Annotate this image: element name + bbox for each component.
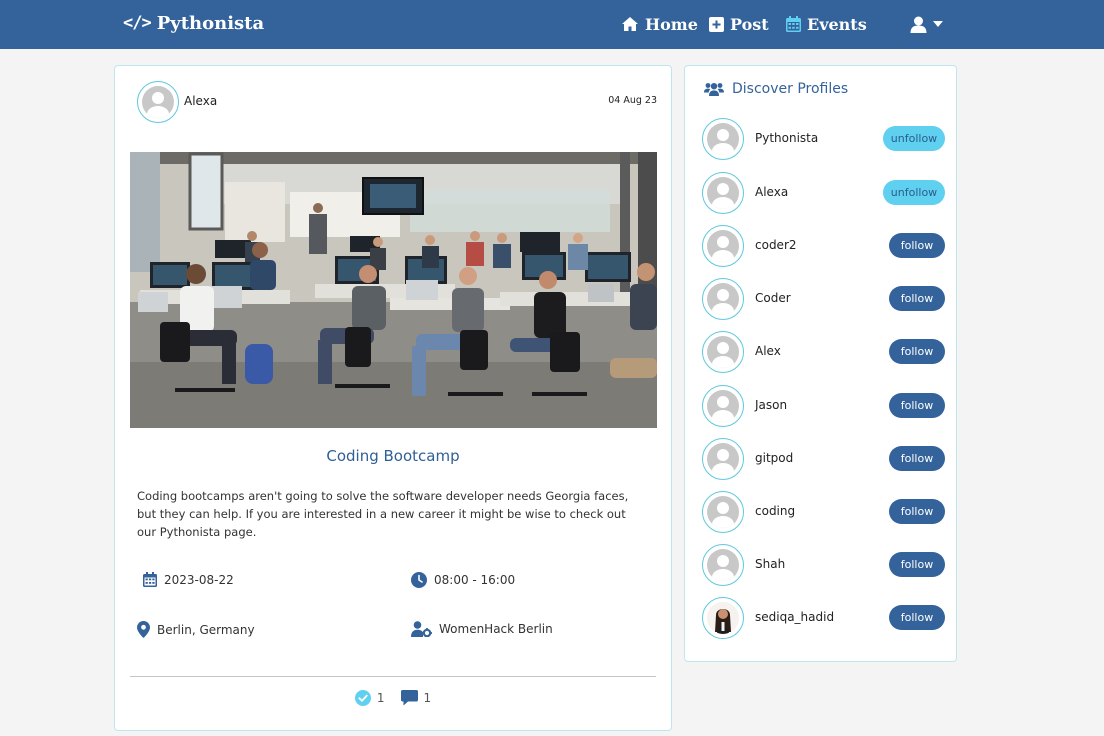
profile-row: Shah follow	[702, 544, 945, 586]
event-date-value: 2023-08-22	[164, 572, 234, 587]
event-date: 2023-08-22	[143, 572, 234, 587]
profile-avatar[interactable]	[702, 331, 744, 373]
post-body: Coding bootcamps aren't going to solve t…	[137, 489, 629, 539]
profile-name[interactable]: Alexa	[755, 185, 788, 199]
likes-count: 1	[376, 691, 385, 705]
profile-avatar[interactable]	[702, 597, 744, 639]
profile-row: sediqa_hadid follow	[702, 597, 945, 639]
author-avatar[interactable]	[137, 81, 179, 123]
profile-avatar[interactable]	[702, 438, 744, 480]
nav-events-link[interactable]: Events	[786, 13, 867, 35]
caret-down-icon	[933, 21, 943, 27]
discover-profiles-title: Discover Profiles	[732, 81, 849, 97]
event-location-value: Berlin, Germany	[157, 622, 255, 637]
profile-avatar[interactable]	[702, 172, 744, 214]
profile-row: coder2 follow	[702, 225, 945, 267]
post-author[interactable]: Alexa	[184, 94, 217, 108]
user-placeholder-icon	[707, 496, 739, 528]
discover-profiles-header: Discover Profiles	[704, 81, 848, 97]
follow-button[interactable]: follow	[889, 339, 945, 364]
divider	[130, 676, 656, 677]
profile-row: Coder follow	[702, 278, 945, 320]
user-placeholder-icon	[707, 443, 739, 475]
nav-home-link[interactable]: Home	[621, 13, 698, 35]
profile-name[interactable]: sediqa_hadid	[755, 610, 834, 624]
follow-button[interactable]: follow	[889, 233, 945, 258]
nav-post-label: Post	[730, 14, 769, 34]
event-host: WomenHack Berlin	[411, 621, 553, 637]
brand-link[interactable]: </> Pythonista	[123, 11, 264, 35]
event-time: 08:00 - 16:00	[411, 572, 515, 588]
event-host-value: WomenHack Berlin	[439, 622, 553, 636]
calendar-icon	[143, 572, 157, 587]
profile-row: Pythonista unfollow	[702, 118, 945, 160]
profile-name[interactable]: gitpod	[755, 451, 793, 465]
user-placeholder-icon	[707, 549, 739, 581]
profile-name[interactable]: Alex	[755, 344, 781, 358]
user-menu-toggle[interactable]	[910, 13, 943, 35]
profile-row: coding follow	[702, 491, 945, 533]
code-icon: </>	[123, 13, 152, 33]
profile-name[interactable]: coding	[755, 504, 795, 518]
follow-button[interactable]: follow	[889, 286, 945, 311]
profile-name[interactable]: Coder	[755, 291, 791, 305]
nav-post-link[interactable]: Post	[709, 13, 769, 35]
user-placeholder-icon	[707, 230, 739, 262]
follow-button[interactable]: follow	[889, 552, 945, 577]
user-placeholder-icon	[707, 390, 739, 422]
unfollow-button[interactable]: unfollow	[883, 180, 945, 205]
comment-icon[interactable]	[400, 690, 418, 706]
profile-photo	[707, 602, 739, 634]
profile-name[interactable]: Pythonista	[755, 131, 818, 145]
profile-avatar[interactable]	[702, 385, 744, 427]
navbar: </> Pythonista Home Post Events	[0, 0, 1104, 49]
post-title: Coding Bootcamp	[326, 447, 460, 465]
unfollow-button[interactable]: unfollow	[883, 126, 945, 151]
calendar-icon	[786, 16, 801, 32]
post-date: 04 Aug 23	[608, 95, 657, 106]
event-location: Berlin, Germany	[137, 621, 255, 638]
profile-avatar[interactable]	[702, 544, 744, 586]
post-image	[130, 152, 657, 428]
home-icon	[622, 17, 638, 31]
follow-button[interactable]: follow	[889, 446, 945, 471]
comments-count: 1	[423, 691, 432, 705]
post-card: Alexa 04 Aug 23 Coding Bootcamp Coding b…	[114, 65, 672, 731]
follow-button[interactable]: follow	[889, 605, 945, 630]
user-placeholder-icon	[707, 283, 739, 315]
profile-row: gitpod follow	[702, 438, 945, 480]
profile-row: Alexa unfollow	[702, 172, 945, 214]
follow-button[interactable]: follow	[889, 499, 945, 524]
users-icon	[704, 83, 724, 96]
event-time-value: 08:00 - 16:00	[434, 573, 516, 587]
profile-name[interactable]: coder2	[755, 238, 797, 252]
user-placeholder-icon	[707, 336, 739, 368]
profile-avatar[interactable]	[702, 225, 744, 267]
check-circle-icon[interactable]	[354, 690, 371, 706]
profile-avatar[interactable]	[702, 118, 744, 160]
profile-avatar[interactable]	[702, 278, 744, 320]
discover-profiles-card: Discover Profiles Pythonista unfollow Al…	[684, 65, 957, 662]
users-cog-icon	[411, 621, 432, 637]
clock-icon	[411, 572, 427, 588]
plus-square-icon	[709, 16, 724, 32]
nav-home-label: Home	[645, 14, 698, 34]
profile-row: Jason follow	[702, 385, 945, 427]
profile-name[interactable]: Jason	[755, 398, 787, 412]
profile-avatar[interactable]	[702, 491, 744, 533]
user-icon	[910, 16, 927, 33]
post-stats: 1 1	[115, 690, 671, 706]
nav-events-label: Events	[807, 14, 867, 34]
profile-row: Alex follow	[702, 331, 945, 373]
follow-button[interactable]: follow	[889, 393, 945, 418]
map-pin-icon	[137, 621, 150, 638]
user-placeholder-icon	[707, 177, 739, 209]
post-header: Alexa 04 Aug 23	[137, 81, 657, 123]
user-placeholder-icon	[142, 86, 174, 118]
user-placeholder-icon	[707, 123, 739, 155]
profile-name[interactable]: Shah	[755, 557, 785, 571]
brand-name: Pythonista	[156, 12, 265, 34]
